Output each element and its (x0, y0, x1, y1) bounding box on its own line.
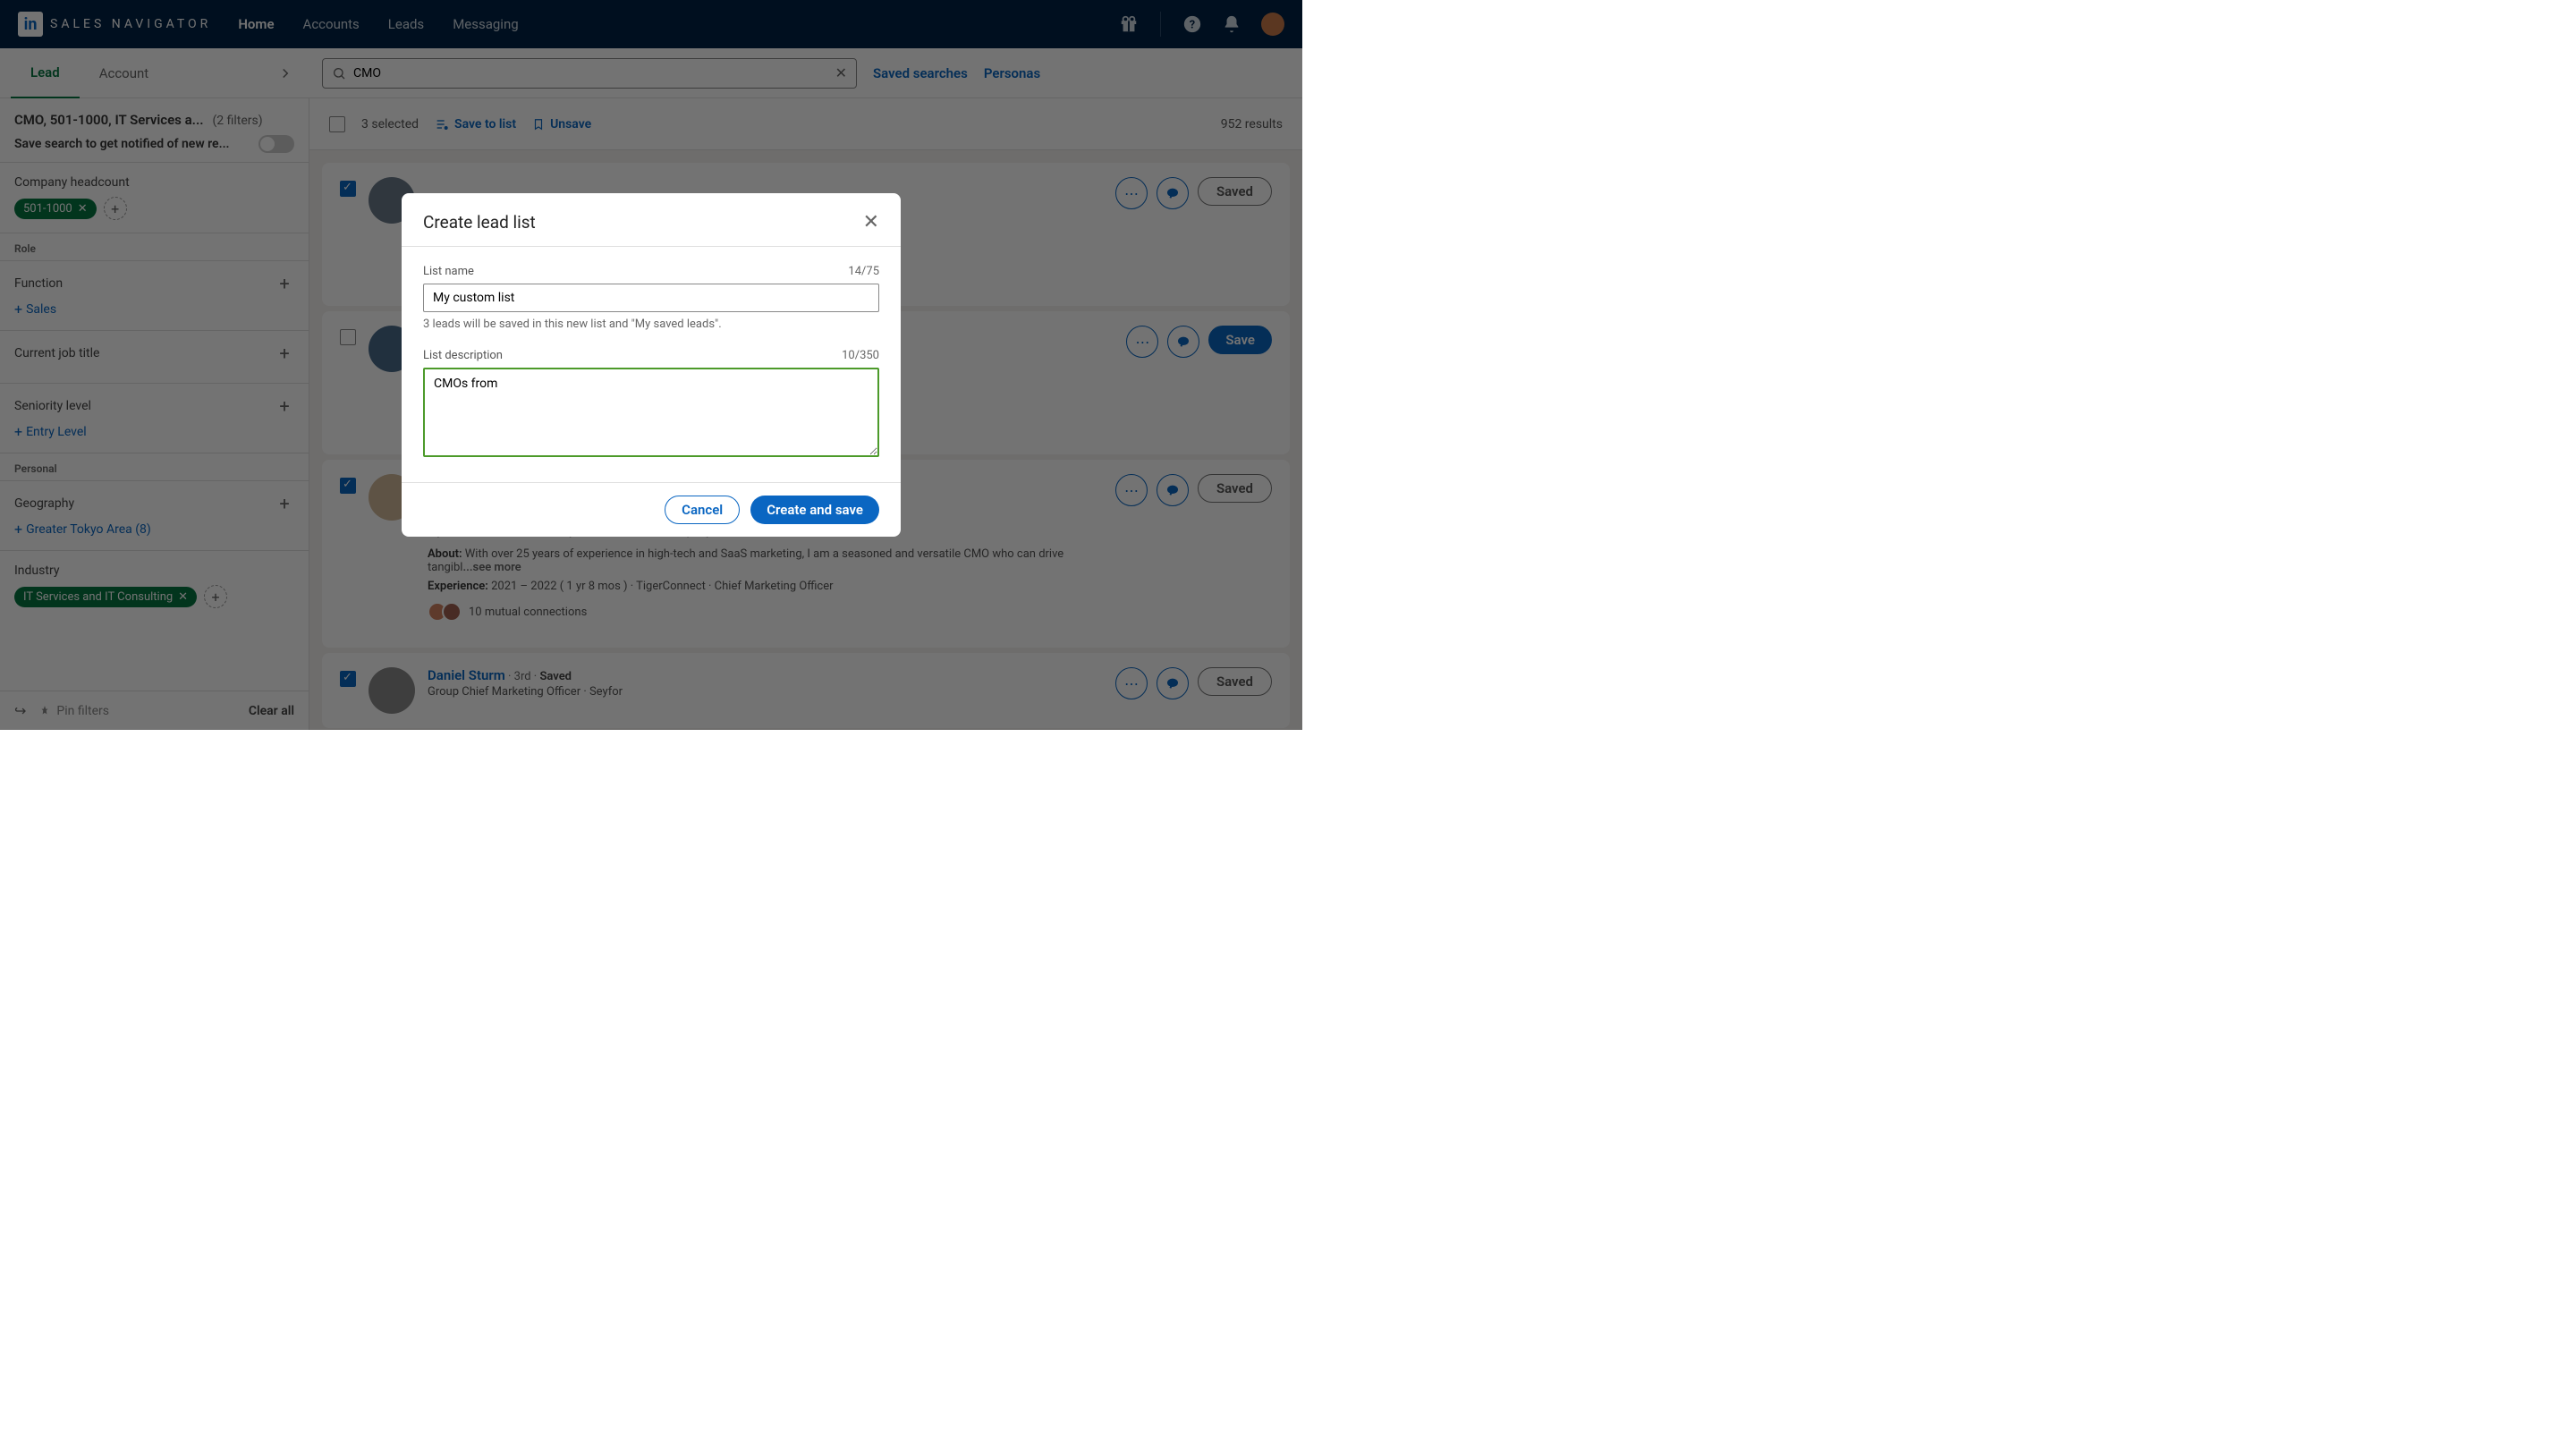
modal-title: Create lead list (423, 212, 536, 233)
modal-overlay[interactable]: Create lead list ✕ List name 14/75 3 lea… (0, 0, 1302, 730)
list-name-hint: 3 leads will be saved in this new list a… (423, 318, 879, 331)
list-desc-label: List description (423, 349, 503, 362)
list-desc-textarea[interactable] (423, 368, 879, 457)
close-icon[interactable]: ✕ (863, 211, 879, 233)
cancel-button[interactable]: Cancel (665, 496, 740, 524)
create-and-save-button[interactable]: Create and save (750, 496, 879, 524)
list-name-label: List name (423, 265, 474, 278)
list-name-input[interactable] (423, 284, 879, 312)
list-name-charcount: 14/75 (848, 265, 879, 278)
list-desc-charcount: 10/350 (842, 349, 879, 362)
create-lead-list-modal: Create lead list ✕ List name 14/75 3 lea… (402, 193, 901, 537)
